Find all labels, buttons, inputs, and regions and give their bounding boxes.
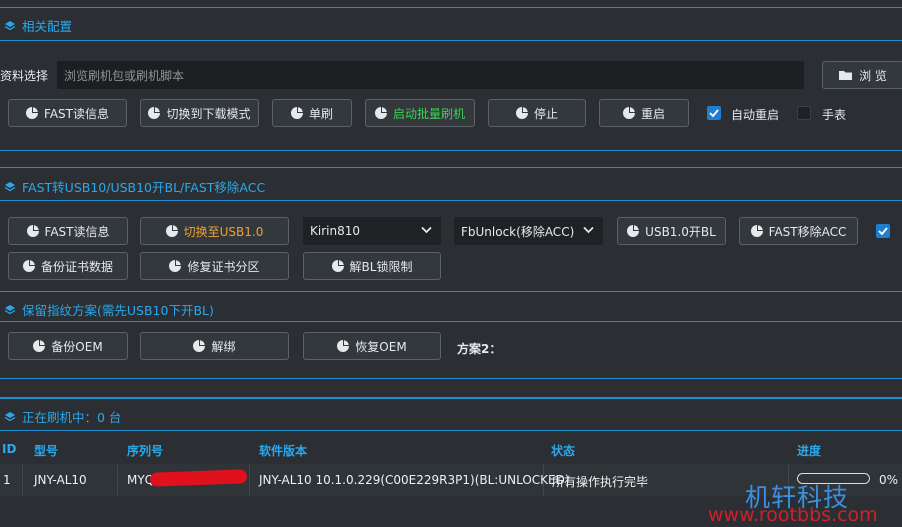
column-header-version: 软件版本 [259, 444, 308, 458]
pie-chart-icon [337, 340, 350, 352]
watch-checkbox[interactable] [797, 106, 811, 120]
source-path-input[interactable]: 浏览刷机包或刷机脚本 [57, 61, 804, 89]
fast-remove-acc-button[interactable]: FAST移除ACC [739, 217, 858, 245]
unlock-bl-restriction-button[interactable]: 解BL锁限制 [303, 252, 441, 280]
section-divider [0, 397, 902, 399]
usb10-unlock-bl-button[interactable]: USB1.0开BL [617, 217, 726, 245]
layers-icon [4, 181, 16, 191]
fast-read-info-button[interactable]: FAST读信息 [8, 99, 127, 127]
section-divider [0, 167, 902, 168]
checkmark-icon [709, 109, 719, 118]
option-checkbox[interactable] [876, 224, 890, 238]
start-batch-flash-button[interactable]: 启动批量刷机 [365, 99, 475, 127]
section-divider [0, 291, 902, 292]
layers-icon [4, 411, 16, 421]
column-header-serial: 序列号 [127, 444, 164, 458]
pie-chart-icon [750, 225, 763, 237]
pie-chart-icon [169, 260, 182, 272]
fast-read-info-button-2[interactable]: FAST读信息 [8, 217, 128, 245]
browse-button[interactable]: 浏 览 [822, 61, 902, 89]
pie-chart-icon [290, 107, 303, 119]
cell-status: 所有操作执行完毕 [552, 475, 649, 489]
pie-chart-icon [515, 107, 528, 119]
column-header-id: ID [2, 442, 17, 456]
pie-chart-icon [622, 107, 635, 119]
section-title-fast-usb: FAST转USB10/USB10开BL/FAST移除ACC [4, 177, 265, 196]
stop-button[interactable]: 停止 [488, 99, 586, 127]
auto-restart-checkbox[interactable] [707, 106, 721, 120]
chevron-down-icon [583, 226, 594, 234]
column-separator [22, 465, 23, 495]
single-flash-button[interactable]: 单刷 [272, 99, 352, 127]
chevron-down-icon [421, 226, 432, 234]
section-divider [0, 150, 902, 151]
section-divider [0, 430, 902, 431]
column-separator [117, 465, 118, 495]
pie-chart-icon [374, 107, 387, 119]
cell-progress-text: 0% [879, 473, 899, 487]
pie-chart-icon [165, 225, 178, 237]
pie-chart-icon [331, 260, 344, 272]
watermark-url: www.rootbbs.com [708, 504, 878, 526]
column-header-status: 状态 [551, 444, 576, 458]
section-title-config: 相关配置 [4, 16, 72, 35]
backup-cert-button[interactable]: 备份证书数据 [8, 252, 128, 280]
section-divider [0, 321, 902, 322]
pie-chart-icon [22, 260, 35, 272]
cell-version: JNY-AL10 10.1.0.229(C00E229R3P1)(BL:UNLO… [259, 473, 570, 487]
switch-download-mode-button[interactable]: 切换到下载模式 [140, 99, 259, 127]
column-header-progress: 进度 [797, 444, 822, 458]
column-separator [249, 465, 250, 495]
column-header-model: 型号 [34, 444, 59, 458]
chip-select[interactable]: Kirin810 [303, 217, 441, 245]
plan-label: 方案2： [457, 342, 502, 356]
repair-cert-partition-button[interactable]: 修复证书分区 [140, 252, 289, 280]
section-title-fingerprint: 保留指纹方案(需先USB10下开BL) [4, 300, 214, 319]
section-title-flashing: 正在刷机中：0 台 [4, 407, 121, 426]
section-divider [0, 378, 902, 379]
backup-oem-button[interactable]: 备份OEM [8, 332, 128, 360]
pie-chart-icon [33, 340, 46, 352]
section-divider [0, 40, 902, 41]
unbind-button[interactable]: 解绑 [140, 332, 289, 360]
pie-chart-icon [148, 107, 161, 119]
layers-icon [4, 20, 16, 30]
top-divider [0, 7, 902, 8]
pie-chart-icon [26, 225, 39, 237]
restore-oem-button[interactable]: 恢复OEM [303, 332, 441, 360]
pie-chart-icon [26, 107, 39, 119]
cell-id: 1 [3, 473, 11, 487]
layers-icon [4, 304, 16, 314]
source-label: 资料选择 [0, 69, 49, 83]
restart-button[interactable]: 重启 [599, 99, 689, 127]
pie-chart-icon [193, 340, 206, 352]
auto-restart-label: 自动重启 [731, 108, 780, 122]
section-divider [0, 200, 902, 201]
folder-icon [839, 70, 853, 80]
cell-model: JNY-AL10 [34, 473, 87, 487]
pie-chart-icon [627, 225, 640, 237]
watch-label: 手表 [822, 108, 847, 122]
switch-usb10-button[interactable]: 切换至USB1.0 [140, 217, 289, 245]
unlock-mode-select[interactable]: FbUnlock(移除ACC) [454, 217, 603, 245]
checkmark-icon [878, 227, 888, 236]
